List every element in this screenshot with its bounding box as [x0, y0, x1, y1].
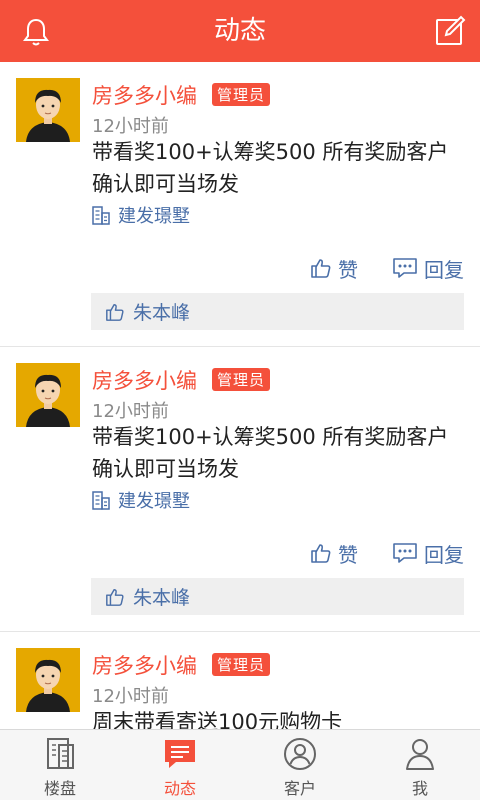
- tab-label: 动态: [163, 779, 196, 798]
- thumbs-up-icon: [106, 303, 124, 321]
- admin-badge: 管理员: [212, 653, 271, 676]
- tab-feed[interactable]: 动态: [120, 730, 240, 800]
- tab-label: 楼盘: [43, 779, 76, 798]
- thumbs-up-icon: [311, 544, 331, 563]
- header-bar: 动态: [0, 0, 480, 62]
- reply-label: 回复: [424, 542, 464, 567]
- post-card: 房多多小编 管理员 12小时前 带看奖100+认筹奖500 所有奖励客户确认即可…: [0, 62, 480, 347]
- building-link[interactable]: 建发璟墅: [92, 489, 190, 512]
- post-card: 房多多小编 管理员 12小时前 带看奖100+认筹奖500 所有奖励客户确认即可…: [0, 347, 480, 632]
- post-actions: 赞 回复: [310, 539, 464, 568]
- building-icon: [92, 491, 110, 510]
- like-button[interactable]: 赞: [310, 539, 358, 568]
- tab-customers[interactable]: 客户: [240, 730, 360, 800]
- admin-badge: 管理员: [212, 368, 271, 391]
- message-icon: [165, 740, 195, 768]
- document-icon: [47, 738, 74, 769]
- building-link[interactable]: 建发璟墅: [92, 204, 190, 227]
- edit-icon[interactable]: [434, 15, 466, 47]
- admin-badge: 管理员: [212, 83, 271, 106]
- feed-list[interactable]: 房多多小编 管理员 12小时前 带看奖100+认筹奖500 所有奖励客户确认即可…: [0, 62, 480, 730]
- tab-label: 客户: [283, 779, 316, 798]
- likes-bar: 朱本峰: [91, 578, 464, 615]
- post-content: 周末带看寄送100元购物卡: [92, 710, 343, 730]
- thumbs-up-icon: [106, 588, 124, 606]
- avatar-image: [16, 78, 80, 142]
- like-button[interactable]: 赞: [310, 254, 358, 283]
- building-name: 建发璟墅: [118, 206, 190, 227]
- comment-icon: [393, 258, 417, 278]
- avatar[interactable]: [16, 648, 80, 712]
- tab-buildings[interactable]: 楼盘: [0, 730, 120, 800]
- post-content: 带看奖100+认筹奖500 所有奖励客户确认即可当场发: [92, 140, 449, 196]
- post-time: 12小时前: [92, 401, 169, 422]
- avatar-image: [16, 648, 80, 712]
- author-name[interactable]: 房多多小编: [92, 650, 197, 680]
- reply-button[interactable]: 回复: [392, 539, 464, 568]
- avatar-image: [16, 363, 80, 427]
- thumbs-up-icon: [311, 259, 331, 278]
- likes-bar: 朱本峰: [91, 293, 464, 330]
- customer-icon: [284, 738, 316, 770]
- tab-me[interactable]: 我: [360, 730, 480, 800]
- page-title: 动态: [213, 16, 266, 46]
- liked-by-user[interactable]: 朱本峰: [133, 298, 190, 325]
- author-name[interactable]: 房多多小编: [92, 365, 197, 395]
- author-name[interactable]: 房多多小编: [92, 80, 197, 110]
- person-icon: [406, 739, 434, 770]
- tab-label: 我: [411, 779, 428, 798]
- post-time: 12小时前: [92, 686, 169, 707]
- reply-button[interactable]: 回复: [392, 254, 464, 283]
- like-label: 赞: [338, 257, 358, 282]
- building-name: 建发璟墅: [118, 491, 190, 512]
- bottom-tab-bar: 楼盘 动态 客户 我: [0, 729, 480, 800]
- post-content: 带看奖100+认筹奖500 所有奖励客户确认即可当场发: [92, 425, 449, 481]
- post-card: 房多多小编 管理员 12小时前 周末带看寄送100元购物卡: [0, 632, 480, 730]
- post-time: 12小时前: [92, 116, 169, 137]
- avatar[interactable]: [16, 363, 80, 427]
- liked-by-user[interactable]: 朱本峰: [133, 583, 190, 610]
- avatar[interactable]: [16, 78, 80, 142]
- building-icon: [92, 206, 110, 225]
- reply-label: 回复: [424, 257, 464, 282]
- comment-icon: [393, 543, 417, 563]
- post-actions: 赞 回复: [310, 254, 464, 283]
- like-label: 赞: [338, 542, 358, 567]
